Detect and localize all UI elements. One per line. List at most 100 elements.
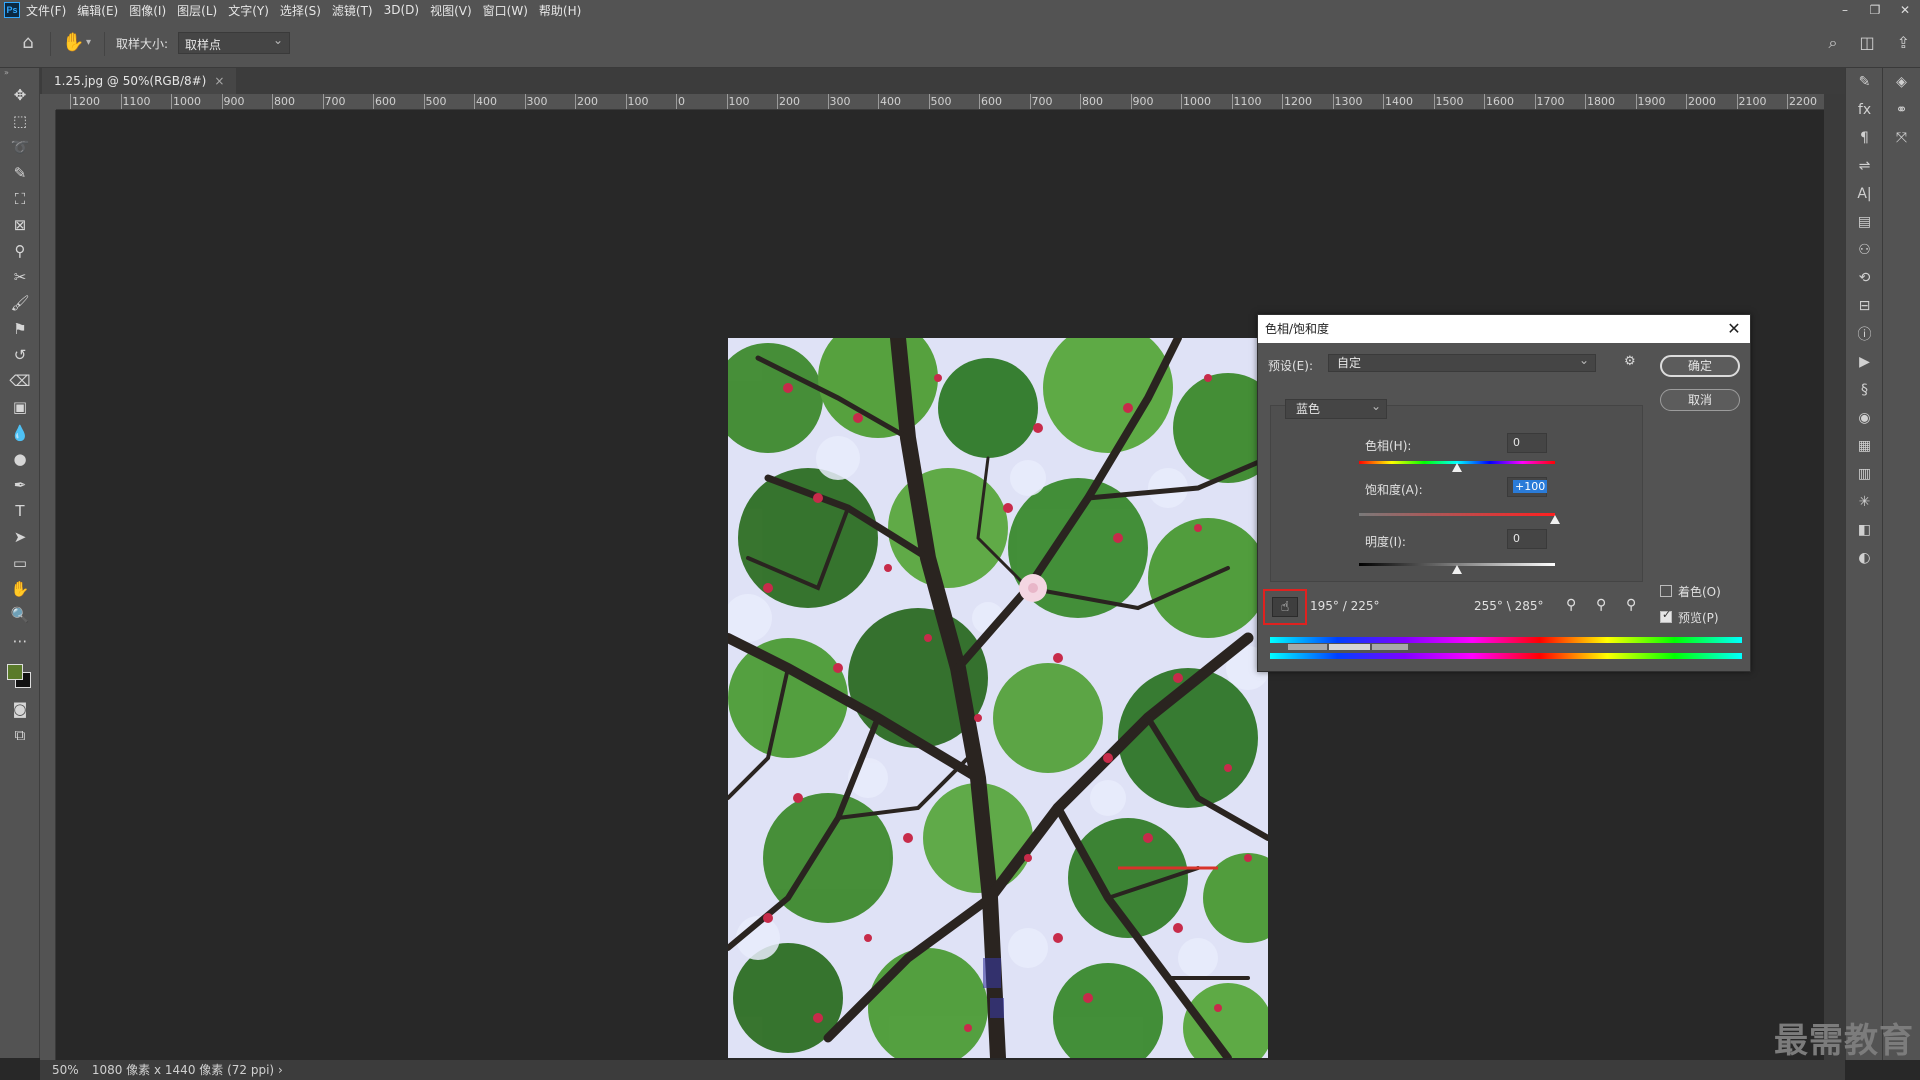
channel-select[interactable]: 蓝色 [1285, 397, 1387, 419]
horizontal-ruler[interactable]: 1200 1100 1000 900 800 700 600 500 400 300 200 100 0… [56, 94, 1824, 110]
color-icon[interactable]: ◐ [1846, 544, 1883, 572]
move-tool-icon[interactable]: ✥ [0, 82, 40, 108]
ok-button[interactable]: 确定 [1660, 355, 1740, 377]
paths-icon[interactable]: ⤧ [1883, 124, 1920, 152]
menu-filter[interactable]: 滤镜(T) [332, 2, 373, 19]
table-icon[interactable]: ▦ [1846, 432, 1883, 460]
dialog-title-bar[interactable]: 色相/饱和度 ✕ [1258, 315, 1750, 343]
crop-tool-icon[interactable]: ⛶ [0, 186, 40, 212]
color-range-bar[interactable] [1286, 644, 1410, 650]
timeline-icon[interactable]: ✳ [1846, 488, 1883, 516]
shape-tool-icon[interactable]: ▭ [0, 550, 40, 576]
vertical-scrollbar[interactable] [1824, 94, 1845, 1060]
zoom-level[interactable]: 50% [52, 1060, 88, 1080]
paragraph-icon[interactable]: ¶ [1846, 124, 1883, 152]
menu-select[interactable]: 选择(S) [280, 2, 321, 19]
hand-tool-icon[interactable]: ✋ [62, 32, 84, 53]
vertical-ruler[interactable] [40, 110, 56, 1060]
preview-checkbox[interactable] [1660, 608, 1672, 623]
document-info[interactable]: 1080 像素 x 1440 像素 (72 ppi) [92, 1063, 274, 1077]
lightness-input[interactable]: 0 [1507, 529, 1547, 549]
foreground-color-swatch[interactable] [7, 664, 23, 680]
close-tab-icon[interactable]: × [214, 74, 224, 88]
preset-select[interactable]: 自定 [1328, 352, 1596, 372]
targeted-adjustment-hand-icon[interactable]: ☝ [1272, 597, 1298, 617]
menu-view[interactable]: 视图(V) [430, 2, 472, 19]
history-icon[interactable]: ⟲ [1846, 264, 1883, 292]
lasso-tool-icon[interactable]: ➰ [0, 134, 40, 160]
color-swatches[interactable] [0, 654, 40, 696]
pen-tool-icon[interactable]: ✒ [0, 472, 40, 498]
quick-select-tool-icon[interactable]: ✎ [0, 160, 40, 186]
document-image[interactable] [728, 338, 1268, 1058]
eraser-tool-icon[interactable]: ⌫ [0, 368, 40, 394]
menu-layer[interactable]: 图层(L) [177, 2, 217, 19]
menu-edit[interactable]: 编辑(E) [77, 2, 118, 19]
colorize-checkbox[interactable] [1660, 585, 1672, 597]
range-handle[interactable] [1370, 644, 1372, 650]
cancel-button[interactable]: 取消 [1660, 389, 1740, 411]
clone-source-icon[interactable]: ⚇ [1846, 236, 1883, 264]
close-window-icon[interactable]: ✕ [1890, 0, 1920, 20]
layers-icon[interactable]: ◈ [1883, 68, 1920, 96]
eyedropper-icon[interactable]: ⚲ [1566, 597, 1576, 613]
menu-window[interactable]: 窗口(W) [483, 2, 528, 19]
quick-mask-icon[interactable]: ◙ [0, 696, 40, 722]
fx-icon[interactable]: fx [1846, 96, 1883, 124]
document-tab[interactable]: 1.25.jpg @ 50%(RGB/8#) × [42, 68, 237, 94]
libraries-icon[interactable]: § [1846, 376, 1883, 404]
adjustments-icon[interactable]: ⇌ [1846, 152, 1883, 180]
eyedropper-plus-icon[interactable]: ⚲ [1596, 597, 1606, 613]
eyedropper-tool-icon[interactable]: ⚲ [0, 238, 40, 264]
channels-icon[interactable]: ⚭ [1883, 96, 1920, 124]
saturation-slider-thumb[interactable] [1550, 515, 1560, 524]
hand-tool-icon[interactable]: ✋ [0, 576, 40, 602]
search-icon[interactable]: ⌕ [1829, 33, 1838, 53]
zoom-tool-icon[interactable]: 🔍 [0, 602, 40, 628]
brush-tool-icon[interactable]: 🖌 [0, 290, 40, 316]
restore-icon[interactable]: ❐ [1860, 0, 1890, 20]
glyphs-icon[interactable]: ▤ [1846, 208, 1883, 236]
sample-size-select[interactable]: 取样点 [178, 32, 290, 54]
menu-type[interactable]: 文字(Y) [228, 2, 269, 19]
range-handle[interactable] [1408, 644, 1410, 650]
eyedropper-minus-icon[interactable]: ⚲ [1626, 597, 1636, 613]
range-handle[interactable] [1327, 644, 1329, 650]
menu-file[interactable]: 文件(F) [26, 2, 66, 19]
workspace-icon[interactable]: ◫ [1859, 33, 1874, 53]
hue-input[interactable]: 0 [1507, 433, 1547, 453]
properties-icon[interactable]: ⊟ [1846, 292, 1883, 320]
chevron-right-icon[interactable]: › [278, 1063, 283, 1077]
saturation-slider-track[interactable] [1359, 513, 1555, 516]
panel-grip-icon[interactable]: » [0, 68, 39, 82]
path-select-tool-icon[interactable]: ➤ [0, 524, 40, 550]
marquee-tool-icon[interactable]: ⬚ [0, 108, 40, 134]
gear-icon[interactable]: ⚙ [1624, 354, 1636, 369]
chevron-down-icon[interactable]: ▾ [86, 37, 91, 48]
lightness-slider-thumb[interactable] [1452, 565, 1462, 574]
blur-tool-icon[interactable]: 💧 [0, 420, 40, 446]
menu-help[interactable]: 帮助(H) [539, 2, 581, 19]
healing-tool-icon[interactable]: ✂ [0, 264, 40, 290]
share-icon[interactable]: ⇪ [1897, 33, 1910, 53]
frame-tool-icon[interactable]: ⊠ [0, 212, 40, 238]
minimize-icon[interactable]: – [1830, 0, 1860, 20]
stamp-tool-icon[interactable]: ⚑ [0, 316, 40, 342]
range-handle[interactable] [1286, 644, 1288, 650]
brush-settings-icon[interactable]: ✎ [1846, 68, 1883, 96]
character-icon[interactable]: A| [1846, 180, 1883, 208]
dodge-tool-icon[interactable]: ● [0, 446, 40, 472]
more-tools-icon[interactable]: ⋯ [0, 628, 40, 654]
menu-image[interactable]: 图像(I) [129, 2, 166, 19]
actions-icon[interactable]: ▶ [1846, 348, 1883, 376]
type-tool-icon[interactable]: T [0, 498, 40, 524]
3d-icon[interactable]: ◉ [1846, 404, 1883, 432]
saturation-input[interactable]: +100 [1507, 477, 1548, 497]
hue-slider-thumb[interactable] [1452, 463, 1462, 472]
close-icon[interactable]: ✕ [1726, 315, 1742, 343]
color-range-core[interactable] [1328, 644, 1370, 650]
menu-3d[interactable]: 3D(D) [384, 3, 419, 17]
info-icon[interactable]: ⓘ [1846, 320, 1883, 348]
notes-icon[interactable]: ▥ [1846, 460, 1883, 488]
screen-mode-icon[interactable]: ⧉ [0, 722, 40, 748]
